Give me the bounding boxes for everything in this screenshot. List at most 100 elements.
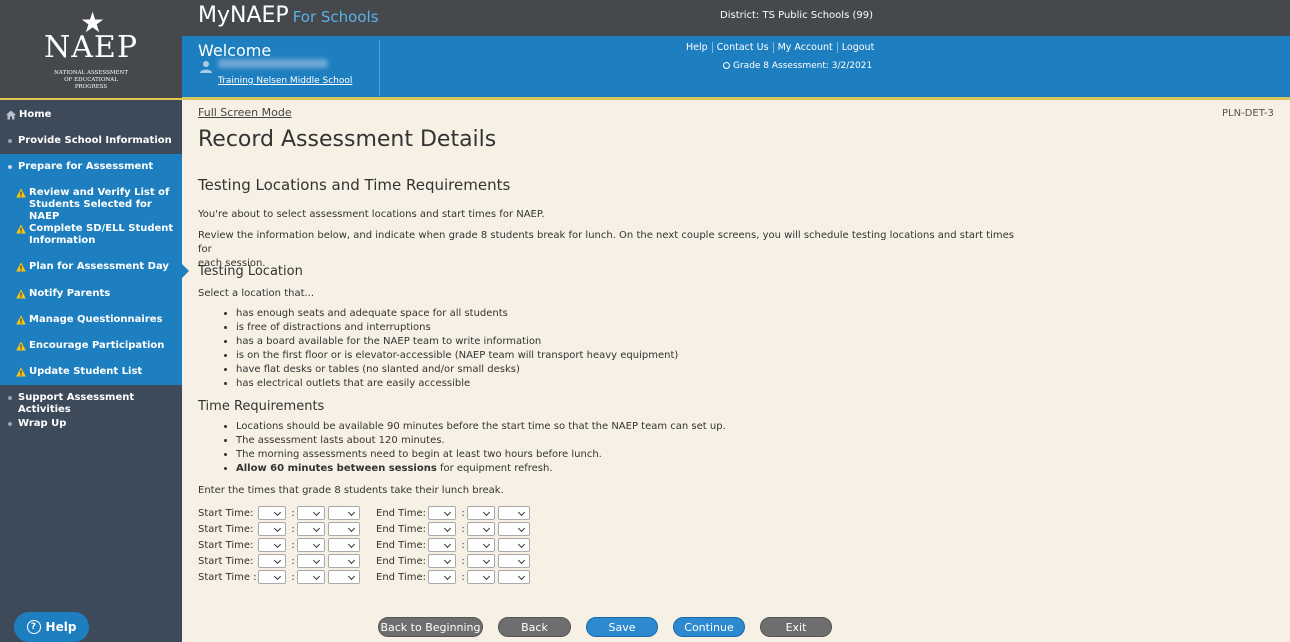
sidebar-subnav: Review and Verify List of Students Selec… (0, 180, 182, 385)
start-hour-select[interactable] (258, 538, 286, 552)
user-icon (200, 61, 212, 73)
end-time-label: End Time: (376, 539, 427, 551)
back-button[interactable]: Back (498, 617, 571, 637)
end-ampm-select[interactable] (498, 506, 530, 520)
sidebar-item-notify-parents[interactable]: Notify Parents (0, 281, 182, 307)
sidebar: ★ NAEP NATIONAL ASSESSMENT OF EDUCATIONA… (0, 0, 189, 642)
intro-text: You're about to select assessment locati… (198, 209, 545, 220)
testing-location-heading: Testing Location (198, 264, 303, 279)
my-account-link[interactable]: My Account (772, 42, 837, 53)
help-button[interactable]: ? Help (14, 612, 89, 642)
home-icon (6, 110, 16, 120)
header-bar: Welcome Training Nelsen Middle School He… (182, 36, 1290, 100)
start-minute-select[interactable] (297, 506, 325, 520)
start-ampm-select[interactable] (328, 522, 360, 536)
start-ampm-select[interactable] (328, 570, 360, 584)
start-time-label: Start Time: (198, 507, 254, 519)
sidebar-item-home[interactable]: Home (0, 102, 182, 128)
sidebar-item-update-student-list[interactable]: Update Student List (0, 359, 182, 385)
warning-icon (16, 224, 26, 234)
end-hour-select[interactable] (428, 522, 456, 536)
list-item: Locations should be available 90 minutes… (236, 420, 726, 434)
end-ampm-select[interactable] (498, 570, 530, 584)
warning-icon (16, 367, 26, 377)
page-title: Record Assessment Details (198, 127, 497, 152)
location-lead: Select a location that... (198, 288, 315, 299)
end-hour-select[interactable] (428, 506, 456, 520)
end-minute-select[interactable] (467, 554, 495, 568)
list-item: The morning assessments need to begin at… (236, 448, 726, 462)
logout-link[interactable]: Logout (836, 42, 879, 53)
bullet-icon (8, 422, 12, 426)
start-minute-select[interactable] (297, 570, 325, 584)
time-row: Start Time: : End Time: : (198, 505, 533, 521)
list-item: Allow 60 minutes between sessions for eq… (236, 462, 726, 476)
start-time-label: Start Time: (198, 539, 254, 551)
start-time-label: Start Time: (198, 555, 254, 567)
sidebar-item-manage-questionnaires[interactable]: Manage Questionnaires (0, 307, 182, 333)
start-hour-select[interactable] (258, 506, 286, 520)
start-hour-select[interactable] (258, 522, 286, 536)
time-row: Start Time: : End Time: : (198, 537, 533, 553)
time-requirements-heading: Time Requirements (198, 399, 325, 414)
question-icon: ? (26, 620, 41, 634)
active-item-arrow (182, 264, 189, 278)
time-row: Start Time: : End Time: : (198, 553, 533, 569)
end-hour-select[interactable] (428, 570, 456, 584)
start-hour-select[interactable] (258, 570, 286, 584)
end-hour-select[interactable] (428, 538, 456, 552)
assessment-label: Grade 8 Assessment: 3/2/2021 (723, 61, 872, 71)
sidebar-item-prepare[interactable]: Prepare for Assessment (0, 154, 182, 180)
welcome-heading: Welcome (198, 41, 272, 60)
header-divider (379, 40, 380, 96)
warning-icon (16, 188, 26, 198)
sidebar-item-review-verify[interactable]: Review and Verify List of Students Selec… (0, 180, 182, 222)
top-bar: MyNAEP For Schools District: TS Public Sc… (182, 0, 1290, 36)
end-minute-select[interactable] (467, 538, 495, 552)
start-ampm-select[interactable] (328, 506, 360, 520)
sidebar-item-complete-sd-ell[interactable]: Complete SD/ELL Student Information (0, 217, 182, 255)
school-link[interactable]: Training Nelsen Middle School (218, 76, 352, 86)
start-minute-select[interactable] (297, 522, 325, 536)
list-item: The assessment lasts about 120 minutes. (236, 434, 726, 448)
start-ampm-select[interactable] (328, 538, 360, 552)
sidebar-item-encourage-participation[interactable]: Encourage Participation (0, 333, 182, 359)
end-time-label: End Time: (376, 523, 427, 535)
contact-us-link[interactable]: Contact Us (711, 42, 773, 53)
time-row: Start Time: : End Time: : (198, 521, 533, 537)
end-ampm-select[interactable] (498, 554, 530, 568)
header-links: Help Contact Us My Account Logout (682, 42, 878, 53)
start-hour-select[interactable] (258, 554, 286, 568)
end-minute-select[interactable] (467, 522, 495, 536)
save-button[interactable]: Save (586, 617, 658, 637)
help-link[interactable]: Help (682, 42, 712, 53)
full-screen-mode-link[interactable]: Full Screen Mode (198, 106, 292, 119)
warning-icon (16, 341, 26, 351)
continue-button[interactable]: Continue (673, 617, 745, 637)
list-item: has enough seats and adequate space for … (236, 307, 678, 321)
list-item: has electrical outlets that are easily a… (236, 377, 678, 391)
end-ampm-select[interactable] (498, 538, 530, 552)
end-hour-select[interactable] (428, 554, 456, 568)
sidebar-item-provide-school-info[interactable]: Provide School Information (0, 128, 182, 154)
exit-button[interactable]: Exit (760, 617, 832, 637)
start-time-label: Start Time: (198, 523, 254, 535)
sidebar-item-support-activities[interactable]: Support Assessment Activities (0, 385, 182, 415)
list-item: has a board available for the NAEP team … (236, 335, 678, 349)
end-ampm-select[interactable] (498, 522, 530, 536)
start-ampm-select[interactable] (328, 554, 360, 568)
time-list: Locations should be available 90 minutes… (224, 420, 726, 476)
warning-icon (16, 262, 26, 272)
circle-icon (723, 62, 730, 69)
end-minute-select[interactable] (467, 506, 495, 520)
instructions-text: Review the information below, and indica… (198, 230, 1015, 269)
time-row: Start Time : : End Time: : (198, 569, 533, 585)
start-minute-select[interactable] (297, 554, 325, 568)
end-minute-select[interactable] (467, 570, 495, 584)
user-name-redacted (218, 59, 328, 68)
start-minute-select[interactable] (297, 538, 325, 552)
back-to-beginning-button[interactable]: Back to Beginning (378, 617, 483, 637)
district-label: District: TS Public Schools (99) (720, 10, 873, 21)
lunch-prompt: Enter the times that grade 8 students ta… (198, 485, 504, 496)
sidebar-item-plan-assessment-day[interactable]: Plan for Assessment Day (0, 255, 182, 281)
